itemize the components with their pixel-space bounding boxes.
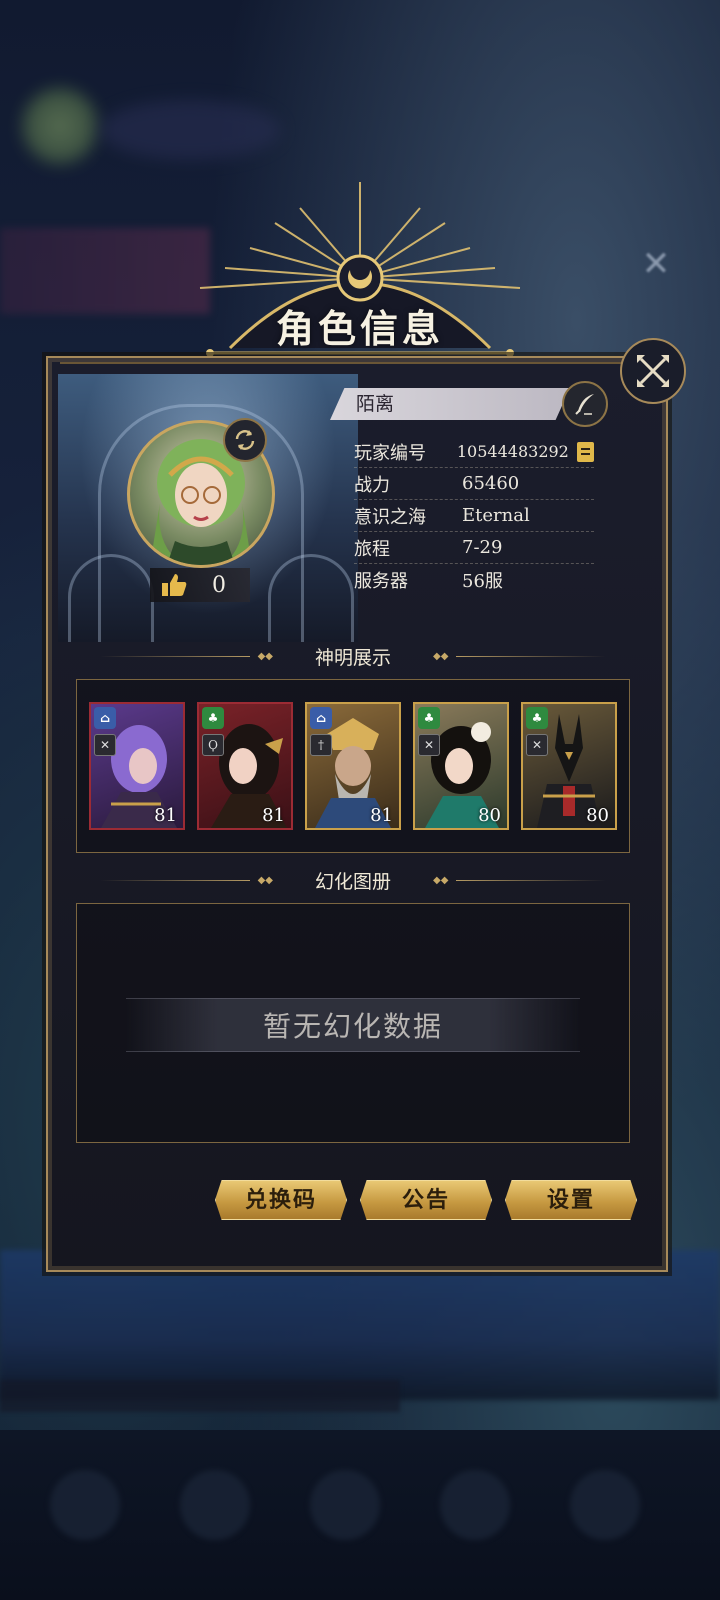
info-value: 7-29 — [462, 537, 503, 558]
section-title: 神明展示 — [315, 646, 392, 669]
edit-name-button[interactable] — [562, 381, 608, 427]
background-bottom-panel — [0, 1250, 720, 1400]
empty-state-text: 暂无幻化数据 — [262, 1010, 443, 1043]
info-row-server: 服务器 56服 — [354, 564, 594, 595]
divider-line — [100, 655, 250, 657]
info-value: 10544483292 — [456, 442, 569, 461]
info-value: 56服 — [462, 570, 503, 592]
background-nav-icon — [310, 1470, 380, 1540]
background-nav-icon — [180, 1470, 250, 1540]
settings-button[interactable]: 设置 — [505, 1180, 637, 1220]
empty-state-banner: 暂无幻化数据 — [126, 998, 580, 1052]
divider-line — [456, 655, 607, 657]
background-nav-icon — [50, 1470, 120, 1540]
diamond-ornament: ◆◆ — [257, 650, 273, 662]
info-row-power: 战力 65460 — [354, 468, 594, 500]
background-ticker — [0, 1380, 400, 1412]
class-badge-icon: ♣ — [418, 707, 440, 729]
god-card[interactable]: ♣ ✕ 80 — [521, 702, 617, 830]
god-level: 80 — [478, 805, 501, 826]
like-counter[interactable]: 0 — [150, 568, 250, 602]
diamond-ornament: ◆◆ — [433, 874, 449, 886]
god-level: 80 — [586, 805, 609, 826]
notice-button[interactable]: 公告 — [360, 1180, 492, 1220]
redeem-code-button[interactable]: 兑换码 — [215, 1180, 347, 1220]
close-button[interactable] — [620, 338, 686, 404]
god-card[interactable]: ⌂ † 81 — [305, 702, 401, 830]
info-label: 服务器 — [354, 570, 408, 592]
player-info-list: 玩家编号 10544483292 战力 65460 意识之海 Eternal 旅… — [354, 436, 594, 595]
change-avatar-button[interactable] — [223, 418, 267, 462]
info-row-player-id: 玩家编号 10544483292 — [354, 436, 594, 468]
section-title: 幻化图册 — [315, 870, 392, 893]
background-arch — [68, 554, 154, 642]
info-value: 65460 — [462, 473, 520, 494]
info-label: 旅程 — [354, 538, 390, 560]
class-badge-icon: ⌂ — [310, 707, 332, 729]
divider-line — [100, 879, 250, 881]
info-row-sea: 意识之海 Eternal — [354, 500, 594, 532]
info-label: 玩家编号 — [354, 442, 426, 464]
class-badge-icon: ♣ — [202, 707, 224, 729]
page-title: 角色信息 — [275, 306, 444, 351]
background-arch — [268, 554, 354, 642]
background-cross-icon: ✕ — [641, 244, 671, 284]
weapon-badge-icon: ✕ — [526, 734, 548, 756]
thumbs-up-icon — [162, 574, 187, 596]
god-level: 81 — [154, 805, 177, 826]
info-label: 战力 — [354, 474, 390, 496]
like-count: 0 — [212, 572, 226, 598]
info-label: 意识之海 — [354, 506, 426, 528]
background-nameplate — [100, 100, 280, 160]
background-nav-icon — [570, 1470, 640, 1540]
background-nav-icon — [440, 1470, 510, 1540]
panel-top-border — [60, 362, 654, 364]
copy-icon[interactable] — [576, 441, 594, 462]
god-card[interactable]: ⌂ ✕ 81 — [89, 702, 185, 830]
element-badge-icon: Ϙ — [202, 734, 224, 756]
weapon-badge-icon: † — [310, 734, 332, 756]
god-level: 81 — [370, 805, 393, 826]
weapon-badge-icon: ✕ — [418, 734, 440, 756]
info-row-journey: 旅程 7-29 — [354, 532, 594, 564]
god-card[interactable]: ♣ Ϙ 81 — [197, 702, 293, 830]
gods-section-header: ◆◆ 神明展示 ◆◆ — [100, 641, 607, 671]
diamond-ornament: ◆◆ — [257, 874, 273, 886]
background-navbar — [0, 1430, 720, 1600]
player-name: 陌离 — [330, 388, 570, 420]
diamond-ornament: ◆◆ — [433, 650, 449, 662]
weapon-badge-icon: ✕ — [94, 734, 116, 756]
divider-line — [456, 879, 607, 881]
class-badge-icon: ⌂ — [94, 707, 116, 729]
skins-section-header: ◆◆ 幻化图册 ◆◆ — [100, 865, 607, 895]
god-level: 81 — [262, 805, 285, 826]
god-card[interactable]: ♣ ✕ 80 — [413, 702, 509, 830]
header-crest: 角色信息 — [170, 178, 550, 368]
refresh-icon — [235, 430, 255, 450]
class-badge-icon: ♣ — [526, 707, 548, 729]
quill-icon — [575, 394, 594, 415]
background-avatar — [22, 88, 98, 164]
info-value: Eternal — [462, 505, 530, 526]
close-icon — [637, 355, 669, 387]
